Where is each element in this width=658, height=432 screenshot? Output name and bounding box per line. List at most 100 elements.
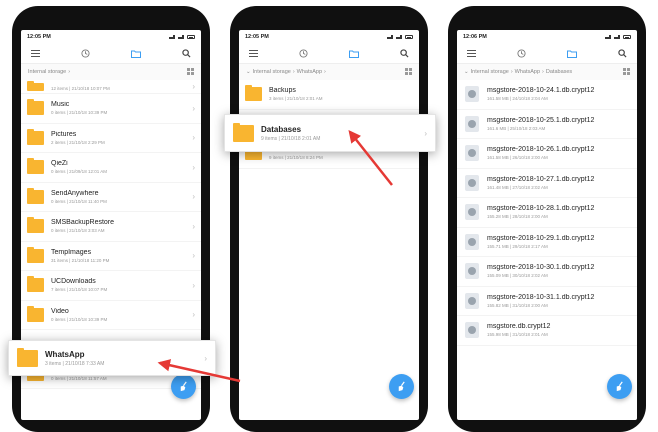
item-meta: 2 items | 21/10/18 2:29 PM	[51, 139, 105, 145]
breadcrumb-item[interactable]: Databases	[546, 69, 572, 75]
chevron-right-icon: ›	[204, 353, 207, 363]
file-icon	[465, 145, 479, 162]
battery-icon	[623, 35, 631, 39]
status-bar: 12:06 PM	[457, 30, 637, 44]
list-item[interactable]: msgstore-2018-10-27.1.db.crypt12 161.48 M…	[457, 169, 637, 198]
search-icon[interactable]	[616, 47, 630, 61]
file-icon	[465, 86, 479, 103]
item-meta: 3 items | 21/10/18 7:33 AM	[45, 360, 105, 367]
signal-icon	[396, 35, 402, 39]
toolbar	[21, 44, 201, 64]
breadcrumb-item[interactable]: WhatsApp	[297, 69, 322, 75]
list-item[interactable]: UCDownloads 7 items | 21/10/18 10:07 PM ›	[21, 271, 201, 301]
chevron-down-icon[interactable]: ⌄	[464, 69, 469, 75]
item-meta: 9 items | 21/10/18 8:24 PM	[269, 155, 323, 161]
grid-view-icon[interactable]	[623, 67, 630, 77]
list-item[interactable]: Video 0 items | 21/10/18 10:39 PM ›	[21, 301, 201, 330]
list-item[interactable]: Music 0 items | 21/10/18 10:39 PM ›	[21, 94, 201, 124]
list-item[interactable]: QieZi 0 items | 21/09/18 12:01 AM ›	[21, 153, 201, 183]
clean-fab-button[interactable]	[171, 374, 196, 399]
menu-icon[interactable]	[464, 47, 478, 61]
folder-icon	[27, 99, 44, 116]
clean-fab-button[interactable]	[607, 374, 632, 399]
clock-icon[interactable]	[515, 47, 529, 61]
status-bar: 12:05 PM	[21, 30, 201, 44]
phone-3: 12:06 PM ⌄ Internal storage › WhatsApp ›…	[448, 6, 646, 432]
list-item[interactable]: SMSBackupRestore 0 items | 21/10/18 3:03 …	[21, 212, 201, 242]
breadcrumb-item[interactable]: Internal storage	[28, 69, 66, 75]
item-meta: 161.58 MB | 26/10/18 2:00 AM	[487, 155, 548, 161]
list-item[interactable]: msgstore-2018-10-31.1.db.crypt12 155.82 M…	[457, 287, 637, 316]
item-meta: 0 items | 21/09/18 12:01 AM	[51, 169, 107, 175]
breadcrumb-chevron-icon: ›	[68, 69, 71, 75]
folder-icon[interactable]	[565, 47, 579, 61]
item-name: SendAnywhere	[51, 189, 99, 197]
battery-icon	[405, 35, 413, 39]
item-name: msgstore-2018-10-26.1.db.crypt12	[487, 146, 595, 154]
list-item[interactable]: msgstore-2018-10-26.1.db.crypt12 161.58 M…	[457, 139, 637, 169]
item-name: msgstore-2018-10-29.1.db.crypt12	[487, 234, 595, 242]
list-item[interactable]: msgstore-2018-10-30.1.db.crypt12 155.09 M…	[457, 257, 637, 287]
clock-icon[interactable]	[297, 47, 311, 61]
item-meta: 9 items | 21/10/18 2:01 AM	[261, 135, 321, 142]
clock-icon[interactable]	[79, 47, 93, 61]
menu-icon[interactable]	[246, 47, 260, 61]
item-meta: 161.58 MB | 24/10/18 2:04 AM	[487, 96, 548, 102]
chevron-right-icon: ›	[192, 133, 195, 143]
highlighted-item-whatsapp[interactable]: WhatsApp 3 items | 21/10/18 7:33 AM ›	[8, 340, 216, 376]
list-item[interactable]: msgstore-2018-10-29.1.db.crypt12 155.71 M…	[457, 228, 637, 257]
breadcrumb-item[interactable]: Internal storage	[471, 69, 509, 75]
folder-icon	[27, 81, 44, 91]
item-name: Databases	[261, 124, 302, 134]
broom-icon	[616, 381, 623, 392]
list-item[interactable]: msgstore-2018-10-28.1.db.crypt12 155.28 M…	[457, 198, 637, 228]
folder-icon[interactable]	[129, 47, 143, 61]
highlighted-item-databases[interactable]: Databases 9 items | 21/10/18 2:01 AM ›	[224, 114, 436, 152]
file-icon	[465, 115, 479, 132]
breadcrumb-chevron-icon: ›	[510, 69, 513, 75]
item-name: msgstore-2018-10-25.1.db.crypt12	[487, 116, 595, 124]
clean-fab-button[interactable]	[389, 374, 414, 399]
item-name: msgstore-2018-10-27.1.db.crypt12	[487, 175, 595, 183]
list-item[interactable]: TempImages 31 items | 21/10/18 11:20 PM ›	[21, 242, 201, 271]
status-time: 12:05 PM	[245, 34, 269, 40]
folder-icon	[27, 305, 44, 322]
list-item[interactable]: SendAnywhere 0 items | 21/10/18 11:40 PM …	[21, 183, 201, 212]
menu-icon[interactable]	[28, 47, 42, 61]
broom-icon	[180, 381, 187, 392]
chevron-down-icon[interactable]: ⌄	[246, 69, 251, 75]
item-meta: 155.98 MB | 31/10/18 2:01 AM	[487, 332, 548, 338]
file-icon	[465, 263, 479, 280]
folder-icon[interactable]	[347, 47, 361, 61]
file-icon	[465, 322, 479, 339]
list-item[interactable]: Pictures 2 items | 21/10/18 2:29 PM ›	[21, 124, 201, 153]
folder-icon	[233, 122, 254, 142]
breadcrumb-item[interactable]: WhatsApp	[515, 69, 540, 75]
item-meta: 7 items | 21/10/18 10:07 PM	[51, 287, 108, 293]
item-name: Pictures	[51, 130, 77, 138]
item-name: msgstore.db.crypt12	[487, 323, 551, 331]
search-icon[interactable]	[398, 47, 412, 61]
item-meta: 155.28 MB | 28/10/18 2:00 AM	[487, 214, 548, 220]
breadcrumb: Internal storage ›	[21, 64, 201, 80]
file-list: msgstore-2018-10-24.1.db.crypt12 161.58 M…	[457, 80, 637, 346]
list-item[interactable]: Backups 3 items | 21/10/18 2:01 AM	[239, 80, 419, 110]
list-item[interactable]: msgstore-2018-10-25.1.db.crypt12 161.6 MB…	[457, 110, 637, 139]
breadcrumb-item[interactable]: Internal storage	[253, 69, 291, 75]
grid-view-icon[interactable]	[405, 67, 412, 77]
folder-icon	[17, 347, 38, 367]
search-icon[interactable]	[180, 47, 194, 61]
item-name: msgstore-2018-10-24.1.db.crypt12	[487, 87, 595, 95]
folder-icon	[245, 85, 262, 102]
screen-3: 12:06 PM ⌄ Internal storage › WhatsApp ›…	[457, 30, 637, 420]
folder-icon	[27, 276, 44, 293]
list-item[interactable]: msgstore.db.crypt12 155.98 MB | 31/10/18 …	[457, 316, 637, 346]
item-name: QieZi	[51, 160, 68, 168]
list-item[interactable]: msgstore-2018-10-24.1.db.crypt12 161.58 M…	[457, 80, 637, 110]
list-item[interactable]: 12 items | 21/10/18 10:07 PM ›	[21, 80, 201, 94]
grid-view-icon[interactable]	[187, 67, 194, 77]
file-icon	[465, 174, 479, 191]
item-meta: 3 items | 21/10/18 2:01 AM	[269, 96, 323, 102]
status-time: 12:05 PM	[27, 34, 51, 40]
item-name: WhatsApp	[45, 349, 85, 359]
